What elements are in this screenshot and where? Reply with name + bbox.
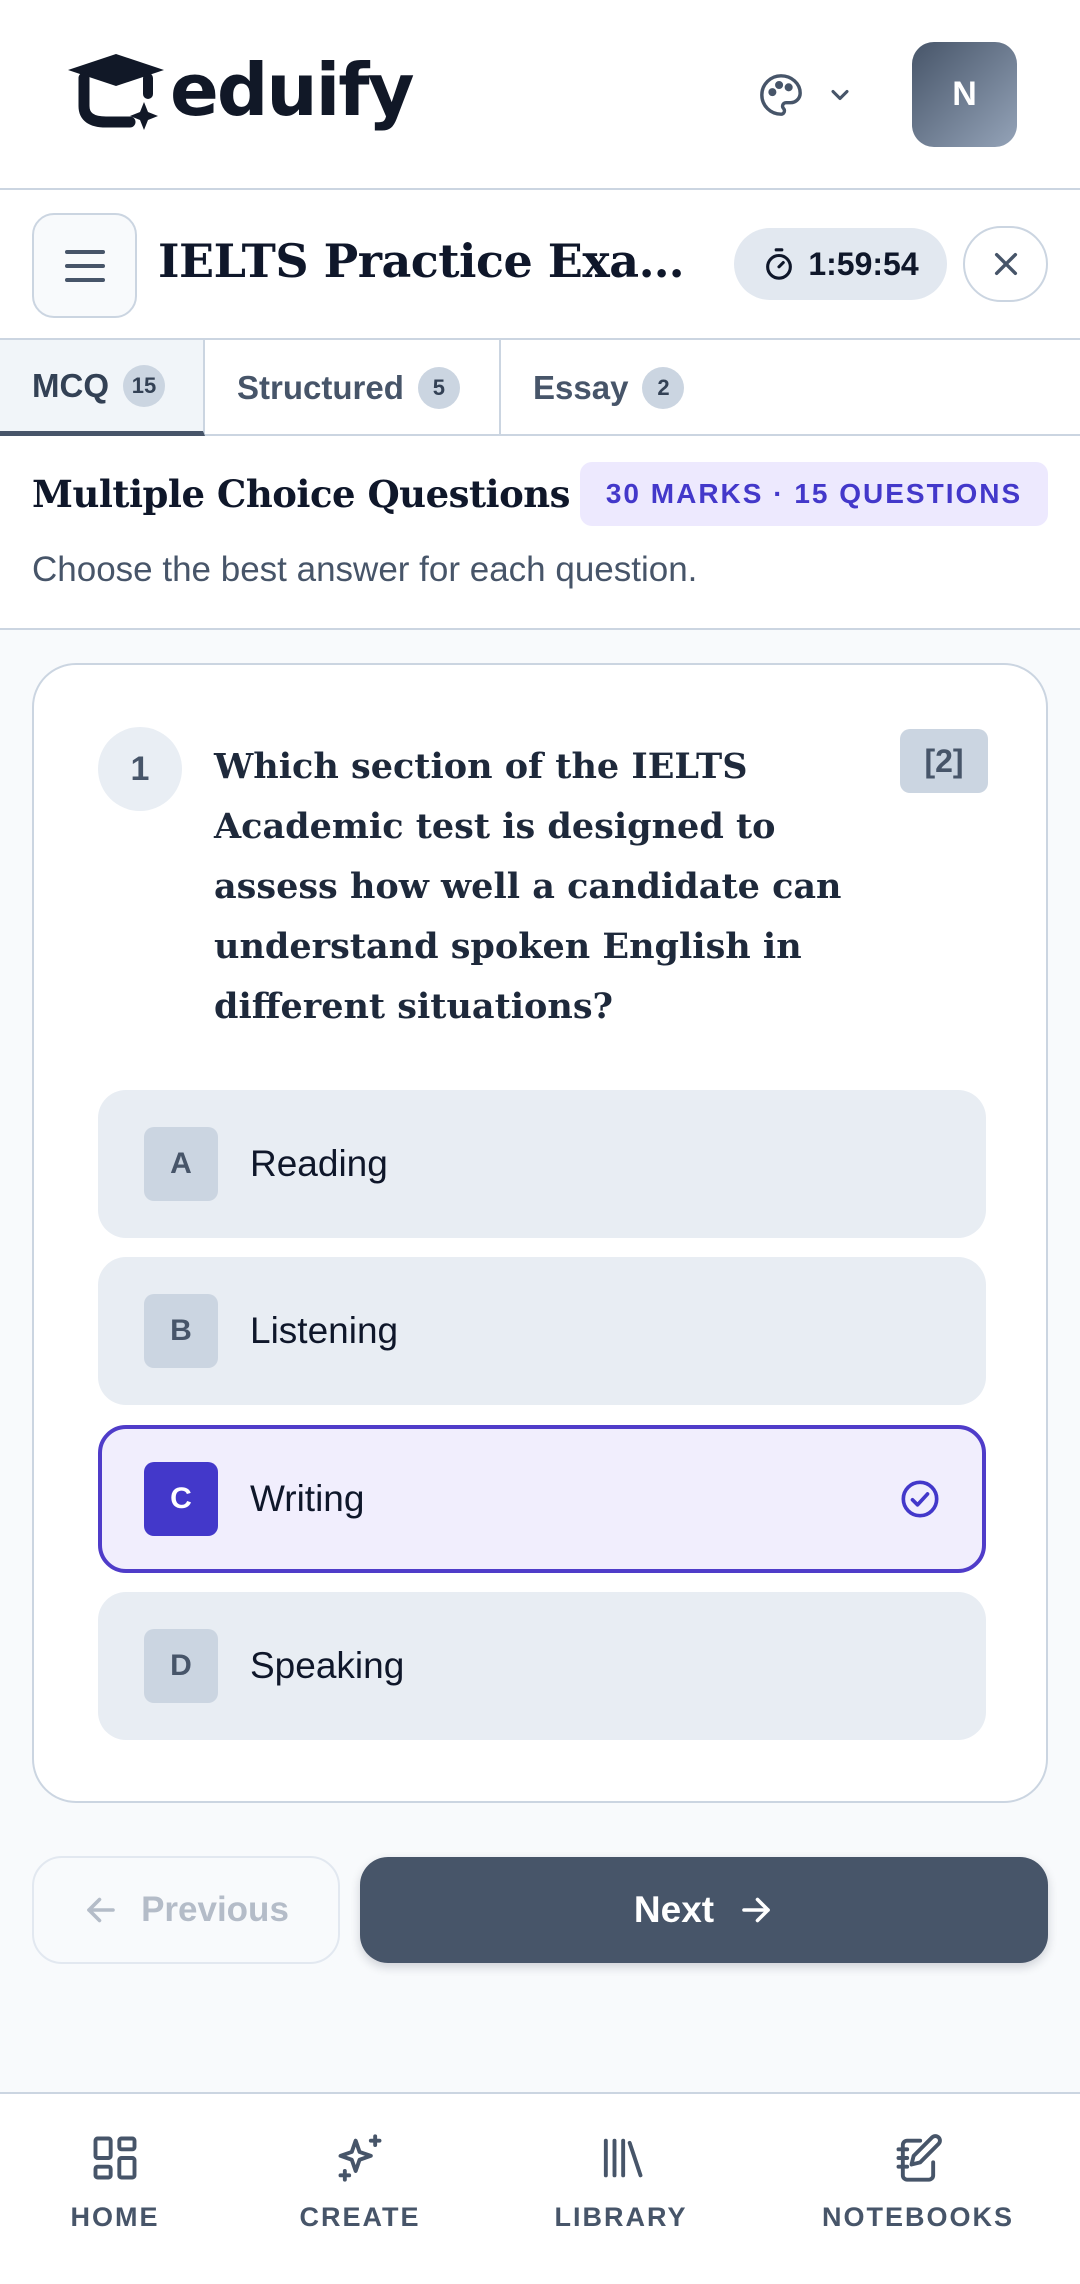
- hamburger-icon: [64, 249, 105, 282]
- tab-label: Essay: [533, 369, 629, 406]
- nav-create[interactable]: CREATE: [300, 2132, 419, 2233]
- nav-home[interactable]: HOME: [70, 2132, 160, 2233]
- palette-icon: [760, 74, 802, 116]
- nav-label: LIBRARY: [554, 2202, 688, 2232]
- option-letter: D: [144, 1629, 218, 1703]
- option-a[interactable]: A Reading: [98, 1090, 986, 1238]
- tab-count-badge: 15: [123, 364, 165, 407]
- logo-text: eduify: [170, 48, 415, 132]
- tab-essay[interactable]: Essay 2: [501, 340, 721, 436]
- question-marks-badge: [2]: [900, 729, 988, 793]
- section-title: Multiple Choice Questions: [32, 472, 571, 516]
- eduify-logo[interactable]: eduify: [64, 48, 415, 132]
- nav-label: HOME: [70, 2202, 160, 2232]
- option-text: Writing: [250, 1478, 365, 1519]
- option-d[interactable]: D Speaking: [98, 1592, 986, 1740]
- theme-picker[interactable]: [758, 72, 854, 118]
- tab-label: Structured: [237, 369, 404, 406]
- question-text: Which section of the IELTS Academic test…: [214, 746, 842, 1027]
- option-c[interactable]: C Writing: [98, 1425, 986, 1573]
- option-letter: A: [144, 1127, 218, 1201]
- option-letter: B: [144, 1294, 218, 1368]
- option-text: Speaking: [250, 1645, 405, 1686]
- nav-label: CREATE: [299, 2202, 421, 2232]
- next-button[interactable]: Next: [360, 1857, 1048, 1963]
- tab-count-badge: 5: [417, 367, 460, 409]
- option-letter: C: [144, 1462, 218, 1536]
- option-b[interactable]: B Listening: [98, 1257, 986, 1405]
- stopwatch-icon: [766, 248, 793, 280]
- user-avatar[interactable]: N: [912, 42, 1017, 147]
- tab-label: MCQ: [32, 366, 109, 404]
- nav-label: NOTEBOOKS: [822, 2202, 1015, 2232]
- nav-notebooks[interactable]: NOTEBOOKS: [822, 2132, 1012, 2233]
- exam-title: IELTS Practice Examination: [158, 234, 710, 288]
- marks-badge: 30 MARKS · 15 QUESTIONS: [580, 462, 1048, 526]
- bottom-navigation: HOME CREATE LIBRARY NOTEBOOKS: [0, 2092, 1080, 2284]
- chevron-down-icon: [831, 89, 849, 101]
- exam-toolbar: IELTS Practice Examination 1:59:54: [0, 190, 1080, 340]
- arrow-left-icon: [87, 1897, 115, 1923]
- close-exam-button[interactable]: [963, 226, 1048, 302]
- graduation-cap-icon: [68, 54, 164, 130]
- section-header: Multiple Choice Questions 30 MARKS · 15 …: [0, 436, 1080, 630]
- option-text: Listening: [250, 1310, 399, 1351]
- tab-count-badge: 2: [642, 367, 685, 409]
- tab-mcq[interactable]: MCQ 15: [0, 340, 205, 436]
- timer-value: 1:59:54: [808, 245, 919, 282]
- question-card: 1 Which section of the IELTS Academic te…: [32, 663, 1048, 1803]
- question-number: 1: [98, 727, 182, 811]
- close-icon: [994, 252, 1017, 276]
- notebook-edit-icon: [896, 2134, 942, 2182]
- tab-structured[interactable]: Structured 5: [205, 340, 501, 436]
- app-header: eduify N: [0, 0, 1080, 190]
- section-tabs: MCQ 15 Structured 5 Essay 2: [0, 340, 1080, 436]
- exam-timer: 1:59:54: [734, 228, 947, 300]
- section-instructions: Choose the best answer for each question…: [32, 550, 698, 589]
- previous-button[interactable]: Previous: [32, 1856, 340, 1964]
- nav-library[interactable]: LIBRARY: [555, 2132, 686, 2233]
- page: eduify N IELTS Practice Examination: [0, 0, 1080, 2284]
- previous-label: Previous: [141, 1890, 289, 1929]
- menu-button[interactable]: [32, 213, 137, 318]
- check-circle-icon: [901, 1480, 939, 1518]
- grid-icon: [93, 2136, 137, 2180]
- next-label: Next: [633, 1889, 715, 1930]
- library-icon: [603, 2138, 643, 2178]
- arrow-right-icon: [742, 1897, 770, 1923]
- option-text: Reading: [250, 1143, 388, 1184]
- sparkles-icon: [338, 2134, 382, 2182]
